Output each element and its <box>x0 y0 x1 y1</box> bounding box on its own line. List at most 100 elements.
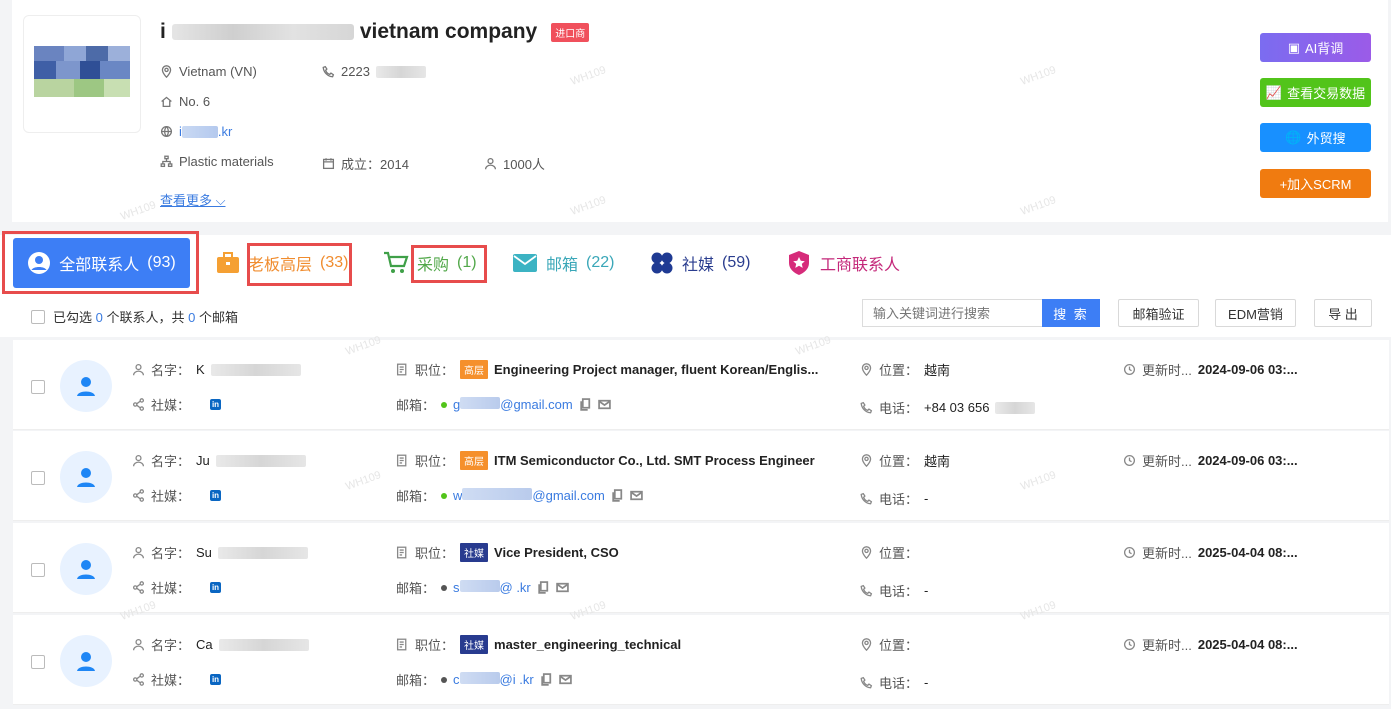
avatar <box>60 360 112 412</box>
copy-icon[interactable] <box>540 673 553 686</box>
table-row: 名字： Su 社媒： in 职位： 社媒 Vice President, CSO 邮箱： s @ … <box>13 523 1389 613</box>
avatar <box>60 635 112 687</box>
email-status-dot <box>441 492 448 499</box>
contact-position: 职位： 高层 Engineering Project manager, fluent… <box>396 360 818 379</box>
share-icon <box>132 581 145 594</box>
tab-email[interactable]: 邮箱 (22) <box>512 238 614 288</box>
calendar-icon <box>322 158 335 170</box>
ai-check-button[interactable]: ▣ AI背调 <box>1260 33 1371 62</box>
linkedin-icon[interactable]: in <box>210 582 222 593</box>
table-row: 名字： Ca 社媒： in 职位： 社媒 master_engineering_techni… <box>13 615 1389 705</box>
page: i vietnam company 进口商 Vietnam (VN) 2223 … <box>0 0 1391 709</box>
id-card-icon <box>396 638 407 651</box>
row-checkbox[interactable] <box>31 380 45 394</box>
address-info: No. 6 <box>160 94 210 109</box>
edm-marketing-button[interactable]: EDM营销 <box>1215 299 1296 327</box>
trade-data-button[interactable]: 📈 查看交易数据 <box>1260 78 1371 107</box>
contact-updated: 更新时... 2024-09-06 03:... <box>1123 360 1298 379</box>
email-link[interactable]: w @gmail.com <box>453 488 605 503</box>
tab-business-contacts[interactable]: 工商联系人 <box>786 238 900 288</box>
contact-updated: 更新时... 2025-04-04 08:... <box>1123 543 1298 562</box>
contact-location: 位置： <box>860 635 924 654</box>
linkedin-icon[interactable]: in <box>210 399 222 410</box>
position-badge: 高层 <box>460 451 489 470</box>
website-info[interactable]: i .kr <box>160 124 232 139</box>
contact-name: 名字： Ju <box>132 451 306 470</box>
phone-icon <box>860 492 873 505</box>
email-verify-button[interactable]: 邮箱验证 <box>1118 299 1199 327</box>
linkedin-icon[interactable]: in <box>210 490 222 501</box>
contact-email: 邮箱： g @gmail.com <box>396 395 611 414</box>
row-checkbox[interactable] <box>31 563 45 577</box>
share-icon <box>132 489 145 502</box>
contact-updated: 更新时... 2024-09-06 03:... <box>1123 451 1298 470</box>
company-name-prefix: i <box>160 20 166 43</box>
phone-info: 2223 <box>322 64 426 79</box>
contact-name: 名字： K <box>132 360 301 379</box>
email-link[interactable]: c @i .kr <box>453 672 534 687</box>
location-icon <box>861 454 872 467</box>
company-card: i vietnam company 进口商 Vietnam (VN) 2223 … <box>12 0 1388 222</box>
linkedin-icon[interactable]: in <box>210 674 222 685</box>
ai-icon: ▣ <box>1287 39 1300 55</box>
email-link[interactable]: g @gmail.com <box>453 397 573 412</box>
position-badge: 社媒 <box>460 635 489 654</box>
add-scrm-button[interactable]: +加入SCRM <box>1260 169 1371 198</box>
contact-position: 职位： 社媒 Vice President, CSO <box>396 543 619 562</box>
mail-icon[interactable] <box>558 673 572 686</box>
email-link[interactable]: s @ .kr <box>453 580 531 595</box>
id-card-icon <box>396 546 407 559</box>
select-all-checkbox[interactable] <box>31 309 45 324</box>
contact-location: 位置： 越南 <box>860 451 950 470</box>
trade-search-button[interactable]: 🌐 外贸搜 <box>1260 123 1371 152</box>
search-button[interactable]: 搜 索 <box>1042 299 1100 327</box>
contact-social: 社媒： in <box>132 578 222 597</box>
position-badge: 高层 <box>460 360 489 379</box>
contact-position: 职位： 社媒 master_engineering_technical <box>396 635 681 654</box>
contact-social: 社媒： in <box>132 395 222 414</box>
contact-social: 社媒： in <box>132 670 222 689</box>
clock-icon <box>1123 638 1136 651</box>
person-icon <box>77 468 95 487</box>
globe-icon: 🌐 <box>1285 129 1302 145</box>
row-checkbox[interactable] <box>31 655 45 669</box>
person-icon <box>77 652 95 671</box>
phone-icon <box>860 401 873 414</box>
row-checkbox[interactable] <box>31 471 45 485</box>
email-status-dot <box>441 401 448 408</box>
cart-icon <box>384 251 409 273</box>
copy-icon[interactable] <box>537 581 550 594</box>
copy-icon[interactable] <box>579 398 592 411</box>
highlight-box <box>247 243 352 286</box>
org-icon <box>160 155 173 168</box>
position-badge: 社媒 <box>460 543 489 562</box>
id-card-icon <box>396 454 407 467</box>
chart-icon: 📈 <box>1265 84 1283 100</box>
home-icon <box>161 96 172 108</box>
user-icon <box>132 638 145 651</box>
user-icon <box>132 454 145 467</box>
avatar <box>60 543 112 595</box>
share-icon <box>132 398 145 411</box>
location-icon <box>861 363 872 376</box>
table-row: 名字： Ju 社媒： in 职位： 高层 ITM Semiconductor Co., Lt… <box>13 431 1389 521</box>
phone-icon <box>860 584 873 597</box>
mail-icon[interactable] <box>597 398 611 411</box>
tab-social[interactable]: 社媒 (59) <box>650 238 750 288</box>
briefcase-icon <box>217 252 239 273</box>
mail-icon[interactable] <box>630 489 643 502</box>
user-icon <box>132 363 145 376</box>
clock-icon <box>1123 454 1136 467</box>
export-button[interactable]: 导 出 <box>1314 299 1372 327</box>
company-logo <box>23 15 141 133</box>
phone-icon <box>860 676 873 689</box>
copy-icon[interactable] <box>611 489 624 502</box>
importer-tag: 进口商 <box>551 22 590 42</box>
view-more-link[interactable]: 查看更多 ⌵ <box>160 190 225 209</box>
contact-location: 位置： <box>860 543 924 562</box>
mail-icon[interactable] <box>555 581 569 594</box>
keyword-search-input[interactable] <box>862 299 1042 327</box>
highlight-box <box>2 231 199 294</box>
contact-name: 名字： Ca <box>132 635 309 654</box>
contact-email: 邮箱： s @ .kr <box>396 578 569 597</box>
